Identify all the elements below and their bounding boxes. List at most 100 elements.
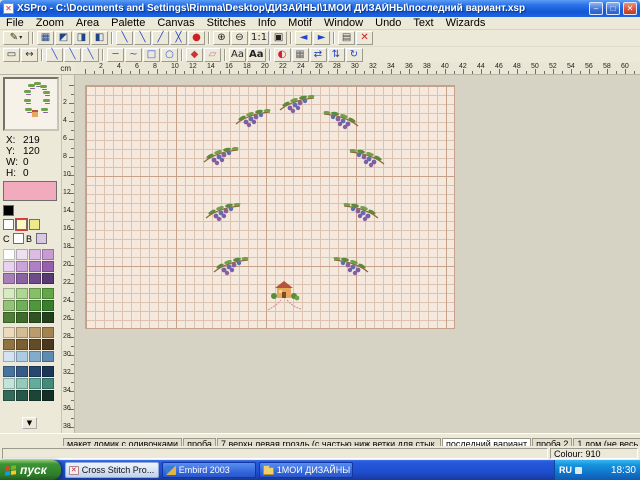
close-button[interactable]: ✕	[623, 2, 637, 15]
palette-color-swatch[interactable]	[16, 273, 28, 284]
palette-color-swatch[interactable]	[16, 249, 28, 260]
select-tool[interactable]: ▭	[3, 48, 20, 62]
palette-color-swatch[interactable]	[42, 327, 54, 338]
palette-color-swatch[interactable]	[16, 390, 28, 401]
color-swatch[interactable]	[16, 219, 27, 230]
palette-color-swatch[interactable]	[29, 312, 41, 323]
palette-color-swatch[interactable]	[29, 273, 41, 284]
zoom-fit-tool[interactable]: ▣	[270, 31, 287, 45]
grid-toggle[interactable]: ▦	[292, 48, 309, 62]
palette-color-swatch[interactable]	[42, 351, 54, 362]
palette-color-swatch[interactable]	[42, 390, 54, 401]
zoom-in-tool[interactable]: ⊕	[213, 31, 230, 45]
palette-color-swatch[interactable]	[16, 327, 28, 338]
ellipse-tool[interactable]: ○	[161, 48, 178, 62]
backstitch-medium-style[interactable]: ╲	[64, 48, 81, 62]
palette-color-swatch[interactable]	[42, 378, 54, 389]
palette-color-swatch[interactable]	[29, 390, 41, 401]
palette-color-swatch[interactable]	[16, 378, 28, 389]
rotate-tool[interactable]: ↻	[346, 48, 363, 62]
menu-item-window[interactable]: Window	[318, 17, 369, 30]
backstitch-thick-tool[interactable]: ╲	[134, 31, 151, 45]
palette-color-swatch[interactable]	[3, 288, 15, 299]
palette-color-swatch[interactable]	[16, 351, 28, 362]
mirror-horizontal-tool[interactable]: ⇄	[310, 48, 327, 62]
zoom-out-tool[interactable]: ⊖	[231, 31, 248, 45]
stitch-grid[interactable]	[85, 85, 455, 329]
pencil-tool[interactable]: ✎▾	[3, 31, 29, 45]
palette-color-swatch[interactable]	[42, 249, 54, 260]
palette-color-swatch[interactable]	[16, 366, 28, 377]
palette-color-swatch[interactable]	[16, 312, 28, 323]
canvas-viewport[interactable]	[75, 75, 640, 433]
pan-right-tool[interactable]: ►	[313, 31, 330, 45]
palette-color-swatch[interactable]	[3, 273, 15, 284]
rectangle-tool[interactable]: □	[143, 48, 160, 62]
palette-color-swatch[interactable]	[3, 312, 15, 323]
print-button[interactable]: ▤	[338, 31, 355, 45]
menu-item-canvas[interactable]: Canvas	[151, 17, 200, 30]
palette-color-swatch[interactable]	[29, 366, 41, 377]
menu-item-stitches[interactable]: Stitches	[201, 17, 252, 30]
full-stitch-tool[interactable]: ▦	[37, 31, 54, 45]
tray-icon[interactable]	[575, 467, 582, 474]
palette-color-swatch[interactable]	[16, 261, 28, 272]
line-tool[interactable]: ─	[107, 48, 124, 62]
menu-item-palette[interactable]: Palette	[105, 17, 151, 30]
text-tool[interactable]: Aa	[229, 48, 246, 62]
delete-tool[interactable]: ✕	[356, 31, 373, 45]
palette-color-swatch[interactable]	[3, 351, 15, 362]
palette-color-swatch[interactable]	[42, 288, 54, 299]
palette-color-swatch[interactable]	[3, 339, 15, 350]
palette-color-swatch[interactable]	[3, 249, 15, 260]
taskbar-task[interactable]: Cross Stitch Pro...	[65, 462, 159, 478]
current-color-swatch[interactable]	[3, 181, 57, 201]
backstitch-tool[interactable]: ╲	[116, 31, 133, 45]
start-button[interactable]: пуск	[0, 460, 61, 480]
color-swatch[interactable]	[3, 205, 14, 216]
zoom-actual-tool[interactable]: 1:1	[249, 31, 269, 45]
color-swatch[interactable]	[3, 219, 14, 230]
quarter-stitch-tool[interactable]: ◧	[91, 31, 108, 45]
taskbar-task[interactable]: 1МОИ ДИЗАЙНЫ	[259, 462, 353, 478]
menu-item-file[interactable]: File	[0, 17, 30, 30]
backstitch-thin-style[interactable]: ╲	[46, 48, 63, 62]
palette-color-swatch[interactable]	[42, 300, 54, 311]
palette-color-swatch[interactable]	[42, 273, 54, 284]
mirror-vertical-tool[interactable]: ⇅	[328, 48, 345, 62]
color-swatch[interactable]	[29, 219, 40, 230]
palette-color-swatch[interactable]	[3, 327, 15, 338]
palette-color-swatch[interactable]	[3, 300, 15, 311]
language-indicator[interactable]: RU	[559, 465, 572, 475]
document-tab[interactable]: проба 2	[532, 438, 572, 446]
document-tab[interactable]: 7 верхн левая гроздь (с частью ниж ветки…	[217, 438, 441, 446]
document-tab[interactable]: проба	[183, 438, 216, 446]
title-bar[interactable]: ✕ XSPro - C:\Documents and Settings\Rimm…	[0, 0, 640, 17]
fill-tool[interactable]: ◆	[186, 48, 203, 62]
three-quarter-stitch-tool[interactable]: ◨	[73, 31, 90, 45]
palette-color-swatch[interactable]	[16, 288, 28, 299]
palette-color-swatch[interactable]	[16, 300, 28, 311]
menu-item-motif[interactable]: Motif	[282, 17, 318, 30]
cross-backstitch-tool[interactable]: ╳	[170, 31, 187, 45]
palette-color-swatch[interactable]	[42, 312, 54, 323]
french-knot-tool[interactable]: ●	[188, 31, 205, 45]
palette-color-swatch[interactable]	[42, 339, 54, 350]
palette-color-swatch[interactable]	[29, 327, 41, 338]
palette-color-swatch[interactable]	[3, 366, 15, 377]
palette-color-swatch[interactable]	[16, 339, 28, 350]
document-tab[interactable]: макет домик с оливочками	[63, 438, 182, 446]
menu-item-text[interactable]: Text	[407, 17, 439, 30]
color-wheel-tool[interactable]: ◐	[274, 48, 291, 62]
menu-item-info[interactable]: Info	[252, 17, 282, 30]
pan-left-tool[interactable]: ◄	[295, 31, 312, 45]
palette-color-swatch[interactable]	[29, 339, 41, 350]
palette-color-swatch[interactable]	[29, 261, 41, 272]
palette-color-swatch[interactable]	[42, 261, 54, 272]
palette-color-swatch[interactable]	[29, 300, 41, 311]
menu-item-area[interactable]: Area	[70, 17, 105, 30]
palette-color-swatch[interactable]	[29, 288, 41, 299]
palette-scroll-down-button[interactable]: ▼	[22, 417, 37, 429]
palette-color-swatch[interactable]	[29, 249, 41, 260]
half-stitch-tool[interactable]: ◩	[55, 31, 72, 45]
